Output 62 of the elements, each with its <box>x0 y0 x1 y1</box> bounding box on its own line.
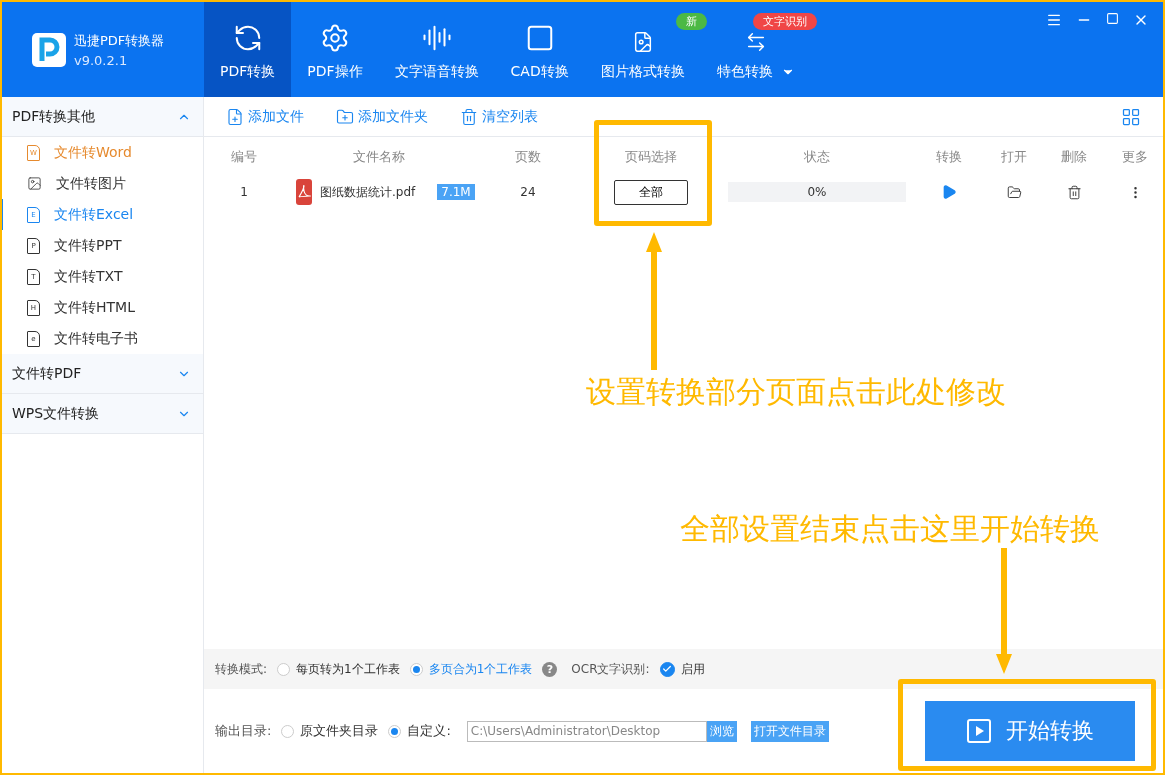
folder-plus-icon <box>336 107 354 126</box>
browse-button[interactable]: 浏览 <box>706 720 737 742</box>
file-name: 图纸数据统计.pdf <box>320 183 416 201</box>
play-square-icon <box>966 718 992 744</box>
maximize-icon[interactable] <box>1106 12 1119 25</box>
radio-option[interactable]: 自定义: <box>388 722 451 740</box>
radio-option[interactable]: 多页合为1个工作表 <box>409 660 533 678</box>
nav-tab[interactable]: PDF转换 <box>204 2 292 97</box>
nav-tab[interactable]: 特色转换 <box>700 31 811 97</box>
annotation-text: 设置转换部分页面点击此处修改 <box>586 373 1006 411</box>
radio-option[interactable]: 每页转为1个工作表 <box>277 660 400 678</box>
row-number: 1 <box>240 185 248 199</box>
annotation-text: 全部设置结束点击这里开始转换 <box>680 510 1100 548</box>
nav-tab[interactable]: CAD转换 <box>494 2 585 97</box>
play-icon[interactable] <box>941 184 957 200</box>
file-plus-icon <box>226 107 244 126</box>
ocr-label: OCR文字识别: <box>571 660 650 678</box>
toolbar-button[interactable]: 添加文件夹 <box>336 107 428 126</box>
column-header: 更多 <box>1121 148 1149 166</box>
check-icon <box>662 664 673 674</box>
picture-file-icon <box>27 176 42 191</box>
toolbar-button[interactable]: 添加文件 <box>226 107 304 126</box>
badge: 新 <box>675 13 707 30</box>
sidebar-group-header[interactable]: WPS文件转换 <box>2 394 203 434</box>
pdf-file-icon <box>296 179 312 205</box>
start-button[interactable]: 开始转换 <box>925 701 1135 761</box>
column-header: 转换 <box>935 148 963 166</box>
page-select-button[interactable]: 全部 <box>614 179 688 205</box>
app-logo <box>32 32 66 67</box>
mode-label: 转换模式: <box>215 660 268 678</box>
nav-tab[interactable]: PDF操作 <box>291 2 379 97</box>
menu-icon[interactable] <box>1046 12 1062 28</box>
column-header: 编号 <box>230 148 258 166</box>
path-field[interactable]: C:\Users\Administrator\Desktop <box>466 720 707 742</box>
page-count: 24 <box>520 185 536 199</box>
file-size-tag: 7.1M <box>437 184 475 200</box>
column-header: 文件名称 <box>352 148 406 166</box>
app-name: 迅捷PDF转换器 <box>74 31 165 50</box>
progress-bar: 0% <box>728 182 906 202</box>
nav-tab[interactable]: 文字语音转换 <box>378 2 495 97</box>
sidebar-group-header[interactable]: 文件转PDF <box>2 354 203 394</box>
column-header: 状态 <box>803 148 831 166</box>
sidebar-group-header[interactable]: PDF转换其他 <box>2 97 203 137</box>
folder-icon[interactable] <box>1006 184 1022 200</box>
toolbar-button[interactable]: 清空列表 <box>460 107 538 126</box>
column-header: 页码选择 <box>624 148 678 166</box>
trash-icon <box>460 107 478 126</box>
trash-icon[interactable] <box>1066 184 1082 200</box>
app-version: v9.0.2.1 <box>74 52 129 68</box>
ocr-checkbox[interactable]: 启用 <box>659 660 705 678</box>
grid-view-icon[interactable] <box>1121 106 1141 127</box>
help-icon[interactable]: ? <box>542 661 558 677</box>
output-label: 输出目录: <box>215 722 272 740</box>
sound-wave-icon <box>421 23 452 53</box>
column-header: 删除 <box>1060 148 1088 166</box>
open-folder-button[interactable]: 打开文件目录 <box>750 720 829 742</box>
radio-option[interactable]: 原文件夹目录 <box>281 722 379 740</box>
column-header: 打开 <box>1000 148 1028 166</box>
column-header: 页数 <box>514 148 542 166</box>
badge: 文字识别 <box>752 13 817 30</box>
nav-tab[interactable]: 图片格式转换 <box>584 31 701 97</box>
sidebar-item[interactable]: 文件转图片 <box>2 168 203 199</box>
